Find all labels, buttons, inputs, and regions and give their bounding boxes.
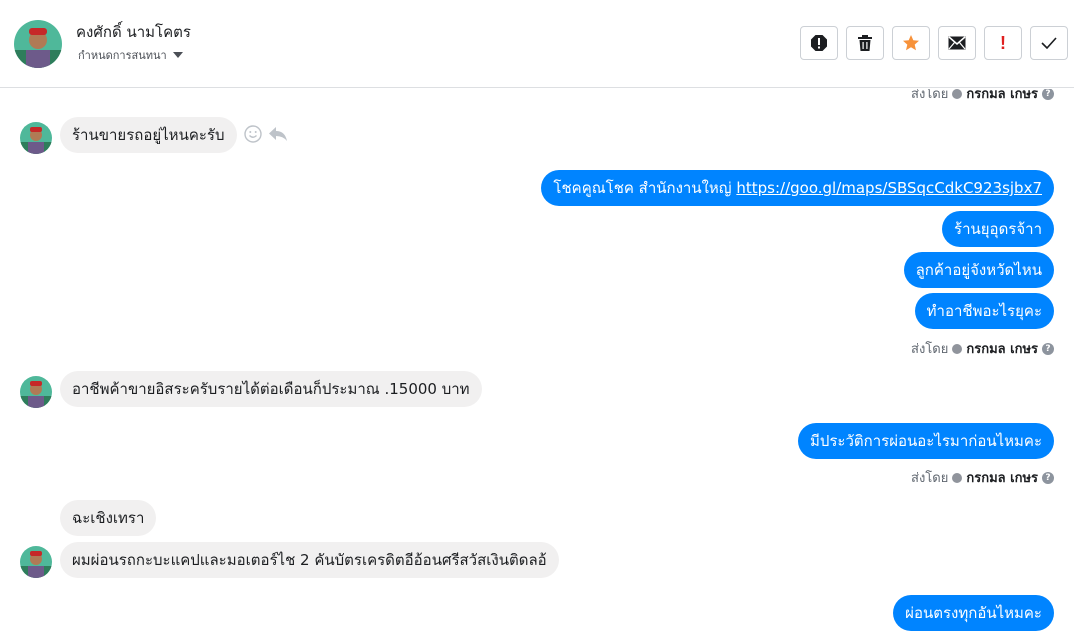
- message-actions: [244, 125, 288, 143]
- emoji-react-icon[interactable]: [244, 125, 262, 143]
- incoming-message[interactable]: ร้านขายรถอยู่ไหนคะรับ: [60, 117, 237, 153]
- agent-status-icon: [952, 472, 963, 483]
- outgoing-message[interactable]: มีประวัติการผ่อนอะไรมาก่อนไหมคะ: [797, 423, 1054, 459]
- incoming-message[interactable]: ผมผ่อนรถกะบะแคปและมอเตอร์ไช 2 คันบัตรเคร…: [60, 542, 559, 578]
- help-icon[interactable]: ?: [1042, 471, 1054, 484]
- mark-done-button[interactable]: [1030, 26, 1068, 60]
- incoming-message[interactable]: อาชีพค้าขายอิสระครับรายได้ต่อเดือนก็ประม…: [60, 371, 482, 407]
- sent-by-info: ส่งโดย กรกมล เกษร ?: [911, 89, 1054, 104]
- toolbar: !: [800, 26, 1068, 60]
- outgoing-message[interactable]: ผ่อนตรงทุกอันไหมคะ: [893, 595, 1054, 631]
- map-link[interactable]: https://goo.gl/maps/SBSqcCdkC923sjbx7: [736, 179, 1042, 197]
- contact-name[interactable]: คงศักดิ์ นามโคตร: [76, 20, 191, 44]
- outgoing-message[interactable]: ลูกค้าอยู่จังหวัดไหน: [903, 252, 1054, 288]
- star-button[interactable]: [892, 26, 930, 60]
- help-icon[interactable]: ?: [1042, 342, 1054, 355]
- sent-by-label: ส่งโดย: [911, 89, 949, 102]
- agent-status-icon: [952, 89, 963, 99]
- conversation-header: คงศักดิ์ นามโคตร กำหนดการสนทนา !: [0, 0, 1074, 88]
- message-thread[interactable]: ส่งโดย กรกมล เกษร ? ร้านขายรถอยู่ไหนคะรั…: [0, 89, 1074, 638]
- delete-button[interactable]: [846, 26, 884, 60]
- star-icon: [903, 35, 919, 51]
- sent-by-info: ส่งโดย กรกมล เกษร ?: [911, 467, 1054, 488]
- sent-by-info: ส่งโดย กรกมล เกษร ?: [911, 338, 1054, 359]
- mark-unread-button[interactable]: [938, 26, 976, 60]
- sent-by-label: ส่งโดย: [911, 342, 949, 357]
- caret-down-icon: [172, 51, 183, 58]
- mark-spam-button[interactable]: [800, 26, 838, 60]
- contact-avatar-small[interactable]: [20, 376, 52, 408]
- exclamation-icon: !: [1000, 32, 1006, 53]
- contact-avatar-small[interactable]: [20, 122, 52, 154]
- check-icon: [1041, 37, 1057, 49]
- agent-name[interactable]: กรกมล เกษร: [966, 338, 1038, 359]
- follow-up-button[interactable]: !: [984, 26, 1022, 60]
- trash-icon: [858, 35, 872, 51]
- alert-circle-icon: [811, 35, 827, 51]
- outgoing-message[interactable]: ทำอาชีพอะไรยุคะ: [914, 293, 1054, 329]
- agent-name[interactable]: กรกมล เกษร: [966, 467, 1038, 488]
- sent-by-label: ส่งโดย: [911, 471, 949, 486]
- message-text: โชคคูณโชค สำนักงานใหญ่: [553, 179, 737, 197]
- reply-icon[interactable]: [268, 126, 288, 142]
- envelope-icon: [948, 36, 966, 50]
- agent-status-icon: [952, 343, 963, 354]
- contact-avatar-small[interactable]: [20, 546, 52, 578]
- outgoing-message[interactable]: โชคคูณโชค สำนักงานใหญ่ https://goo.gl/ma…: [541, 170, 1054, 206]
- agent-name[interactable]: กรกมล เกษร: [966, 89, 1038, 104]
- help-icon[interactable]: ?: [1042, 89, 1054, 100]
- outgoing-message[interactable]: ร้านยุอุดรจ้าา: [942, 211, 1054, 247]
- assign-label: กำหนดการสนทนา: [78, 49, 167, 62]
- assign-conversation-dropdown[interactable]: กำหนดการสนทนา: [78, 46, 183, 64]
- incoming-message[interactable]: ฉะเชิงเทรา: [60, 500, 157, 536]
- contact-avatar[interactable]: [14, 20, 62, 68]
